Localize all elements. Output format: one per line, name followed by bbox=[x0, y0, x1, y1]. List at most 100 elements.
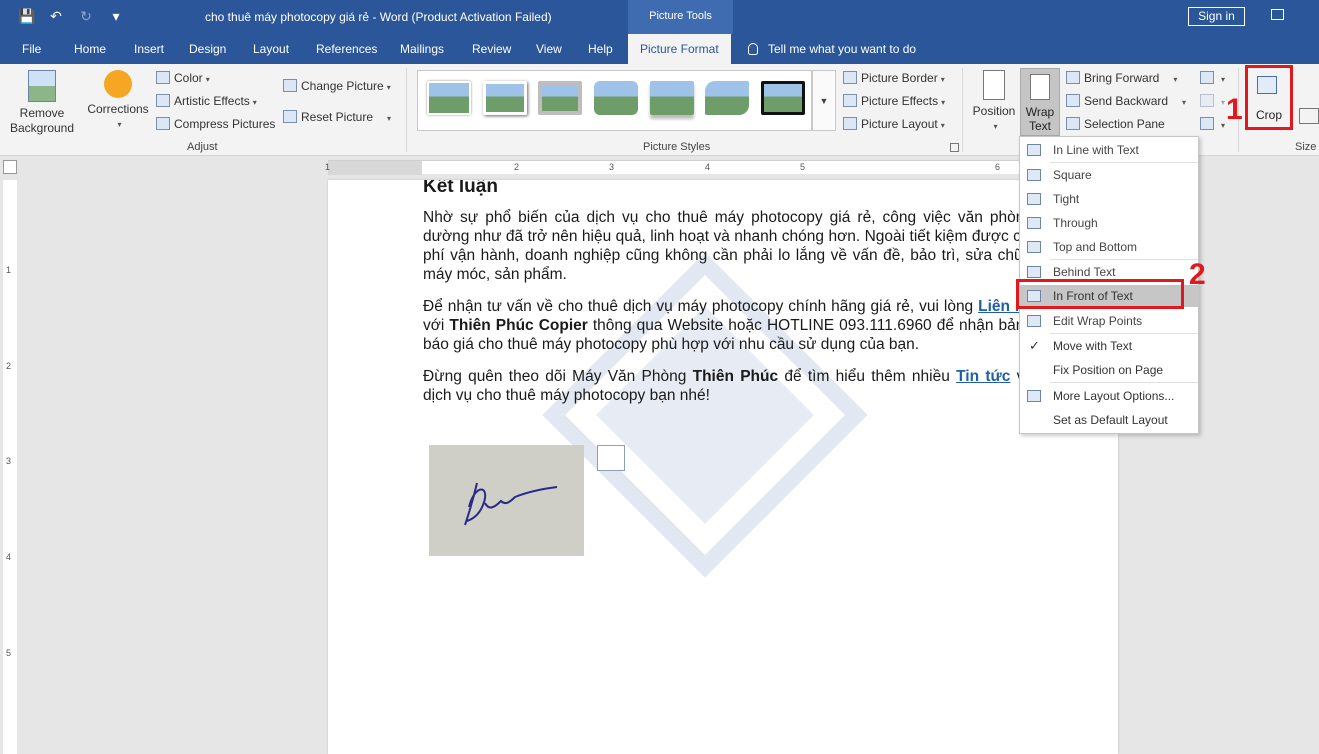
wrap-text-label-1: Wrap bbox=[1025, 105, 1055, 119]
size-width-field[interactable] bbox=[1299, 108, 1319, 124]
reset-picture-button[interactable]: Reset Picture ▾ bbox=[283, 108, 391, 126]
picture-style-thumbnail bbox=[705, 81, 749, 115]
tab-help[interactable]: Help bbox=[586, 34, 615, 64]
menu-item-move-with-text[interactable]: ✓ Move with Text bbox=[1020, 335, 1198, 357]
menu-item-set-default-layout[interactable]: Set as Default Layout bbox=[1020, 409, 1198, 431]
inline-wrap-icon bbox=[1027, 144, 1041, 156]
document-title: cho thuê máy photocopy giá rẻ - Word (Pr… bbox=[205, 10, 552, 24]
document-page[interactable]: Kết luận Nhờ sự phổ biến của dịch vụ cho… bbox=[328, 180, 1118, 754]
tab-references[interactable]: References bbox=[314, 34, 379, 64]
menu-item-more-layout-options[interactable]: More Layout Options... bbox=[1020, 385, 1198, 407]
reset-picture-icon bbox=[283, 110, 297, 123]
tab-file[interactable]: File bbox=[20, 34, 43, 64]
remove-background-label-1: Remove bbox=[19, 106, 65, 120]
picture-effects-icon bbox=[843, 94, 857, 107]
picture-style-4[interactable] bbox=[594, 81, 638, 115]
layout-options-icon[interactable] bbox=[597, 445, 625, 471]
menu-item-top-bottom[interactable]: Top and Bottom bbox=[1020, 236, 1198, 258]
wrap-text-button[interactable]: Wrap Text bbox=[1020, 68, 1060, 136]
tab-layout[interactable]: Layout bbox=[251, 34, 291, 64]
color-button[interactable]: Color ▾ bbox=[156, 69, 210, 87]
dialog-launcher-icon[interactable] bbox=[950, 143, 959, 152]
position-button[interactable]: Position ▾ bbox=[968, 70, 1020, 134]
picture-effects-label: Picture Effects bbox=[861, 94, 939, 108]
menu-item-label: Behind Text bbox=[1053, 265, 1116, 279]
group-divider bbox=[406, 68, 407, 152]
picture-style-3[interactable] bbox=[538, 81, 582, 115]
corrections-label: Corrections bbox=[87, 102, 149, 116]
rotate-button[interactable]: ▾ bbox=[1200, 115, 1225, 133]
menu-item-through[interactable]: Through bbox=[1020, 212, 1198, 234]
tell-me-search[interactable]: Tell me what you want to do bbox=[748, 34, 916, 64]
chevron-down-icon: ▾ bbox=[387, 114, 392, 123]
gallery-more-button[interactable]: ▼ bbox=[812, 70, 836, 131]
picture-style-2[interactable] bbox=[483, 81, 527, 115]
rotate-icon bbox=[1200, 117, 1214, 130]
artistic-effects-button[interactable]: Artistic Effects ▾ bbox=[156, 92, 257, 110]
paragraph-2-text: với bbox=[423, 317, 450, 334]
bring-forward-button[interactable]: Bring Forward ▾ bbox=[1066, 69, 1177, 87]
tab-selector[interactable] bbox=[3, 160, 17, 174]
position-label: Position bbox=[972, 104, 1016, 118]
menu-item-label: Top and Bottom bbox=[1053, 240, 1138, 254]
picture-layout-icon bbox=[843, 117, 857, 130]
vertical-ruler[interactable]: 1 2 3 4 5 bbox=[3, 180, 17, 754]
menu-item-fix-position[interactable]: Fix Position on Page bbox=[1020, 359, 1198, 381]
tab-design[interactable]: Design bbox=[187, 34, 228, 64]
picture-layout-button[interactable]: Picture Layout ▾ bbox=[843, 115, 945, 133]
paragraph-3-text: để tìm hiểu thêm nhiều bbox=[778, 368, 957, 385]
selection-pane-icon bbox=[1066, 117, 1080, 130]
picture-styles-gallery[interactable] bbox=[417, 70, 812, 131]
save-icon[interactable]: 💾 bbox=[18, 8, 35, 24]
remove-background-button[interactable]: Remove Background bbox=[8, 70, 76, 136]
tab-insert[interactable]: Insert bbox=[132, 34, 166, 64]
square-wrap-icon bbox=[1027, 169, 1041, 181]
ruler-label: 6 bbox=[995, 162, 1001, 172]
picture-style-5[interactable] bbox=[650, 81, 694, 115]
picture-style-7[interactable] bbox=[761, 81, 805, 115]
artistic-effects-icon bbox=[156, 94, 170, 107]
redo-icon[interactable]: ↻ bbox=[78, 8, 94, 24]
chevron-down-icon: ▾ bbox=[993, 122, 998, 131]
send-backward-button[interactable]: Send Backward ▾ bbox=[1066, 92, 1186, 110]
chevron-down-icon: ▼ bbox=[819, 96, 829, 106]
menu-item-edit-wrap-points[interactable]: Edit Wrap Points bbox=[1020, 310, 1198, 332]
chevron-down-icon: ▾ bbox=[940, 121, 945, 130]
horizontal-ruler[interactable]: 1 2 3 4 5 6 bbox=[325, 160, 1118, 175]
picture-style-thumbnail bbox=[538, 81, 582, 115]
ruler-left-margin bbox=[328, 161, 422, 175]
align-button[interactable]: ▾ bbox=[1200, 69, 1225, 87]
tab-home[interactable]: Home bbox=[72, 34, 108, 64]
customize-qat-icon[interactable]: ▾ bbox=[108, 8, 124, 24]
picture-style-1[interactable] bbox=[427, 81, 471, 115]
menu-item-tight[interactable]: Tight bbox=[1020, 188, 1198, 210]
ribbon-display-options-icon[interactable] bbox=[1271, 9, 1284, 20]
menu-item-inline[interactable]: In Line with Text bbox=[1020, 139, 1198, 161]
crop-button[interactable]: Crop bbox=[1245, 65, 1293, 130]
edit-wrap-points-icon bbox=[1027, 315, 1041, 327]
chevron-down-icon: ▾ bbox=[1182, 98, 1187, 107]
sign-in-button[interactable]: Sign in bbox=[1188, 7, 1245, 26]
tab-review[interactable]: Review bbox=[470, 34, 513, 64]
color-icon bbox=[156, 71, 170, 84]
picture-border-button[interactable]: Picture Border ▾ bbox=[843, 69, 945, 87]
document-body[interactable]: Kết luận Nhờ sự phổ biến của dịch vụ cho… bbox=[423, 180, 1033, 418]
through-wrap-icon bbox=[1027, 217, 1041, 229]
corrections-button[interactable]: Corrections ▾ bbox=[86, 70, 150, 132]
picture-style-6[interactable] bbox=[705, 81, 749, 115]
annotation-highlight-box bbox=[1016, 279, 1184, 309]
picture-effects-button[interactable]: Picture Effects ▾ bbox=[843, 92, 945, 110]
group-objects-icon bbox=[1200, 94, 1214, 107]
news-link[interactable]: Tin tức bbox=[956, 368, 1010, 385]
menu-item-square[interactable]: Square bbox=[1020, 164, 1198, 186]
change-picture-button[interactable]: Change Picture ▾ bbox=[283, 77, 391, 95]
tab-picture-format[interactable]: Picture Format bbox=[628, 34, 731, 64]
quick-access-toolbar: 💾 ↶ ↻ ▾ bbox=[18, 8, 124, 24]
selection-pane-button[interactable]: Selection Pane bbox=[1066, 115, 1165, 133]
undo-icon[interactable]: ↶ bbox=[48, 8, 64, 24]
signature-image[interactable] bbox=[429, 445, 584, 556]
tab-view[interactable]: View bbox=[534, 34, 564, 64]
compress-pictures-button[interactable]: Compress Pictures bbox=[156, 115, 275, 133]
tab-mailings[interactable]: Mailings bbox=[398, 34, 446, 64]
group-button[interactable]: ▾ bbox=[1200, 92, 1225, 110]
